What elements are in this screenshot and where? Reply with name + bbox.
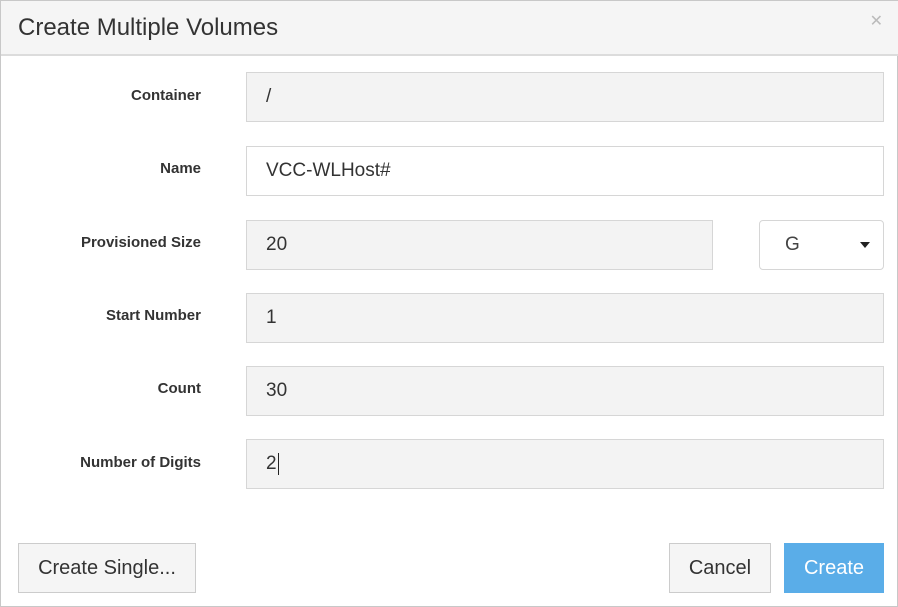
dialog-header: Create Multiple Volumes ✕ (1, 1, 898, 56)
close-icon[interactable]: ✕ (870, 11, 883, 31)
start-number-field[interactable]: 1 (246, 293, 884, 343)
container-field[interactable]: / (246, 72, 884, 122)
size-unit-select[interactable]: G (759, 220, 884, 270)
count-field[interactable]: 30 (246, 366, 884, 416)
provisioned-size-field[interactable]: 20 (246, 220, 713, 270)
create-single-button[interactable]: Create Single... (18, 543, 196, 593)
number-of-digits-field[interactable]: 2 (246, 439, 884, 489)
number-of-digits-value: 2 (266, 453, 277, 474)
dialog-title: Create Multiple Volumes (18, 14, 279, 41)
count-label: Count (157, 380, 201, 397)
size-unit-value: G (785, 234, 800, 255)
container-label: Container (130, 87, 201, 104)
create-button[interactable]: Create (784, 543, 884, 593)
caret-down-icon (860, 242, 870, 248)
name-field[interactable]: VCC-WLHost# (246, 146, 884, 196)
name-label: Name (160, 160, 201, 177)
cancel-button[interactable]: Cancel (669, 543, 771, 593)
provisioned-size-label: Provisioned Size (80, 234, 201, 251)
text-cursor (277, 452, 279, 475)
start-number-label: Start Number (105, 307, 201, 324)
number-of-digits-label: Number of Digits (80, 454, 201, 471)
